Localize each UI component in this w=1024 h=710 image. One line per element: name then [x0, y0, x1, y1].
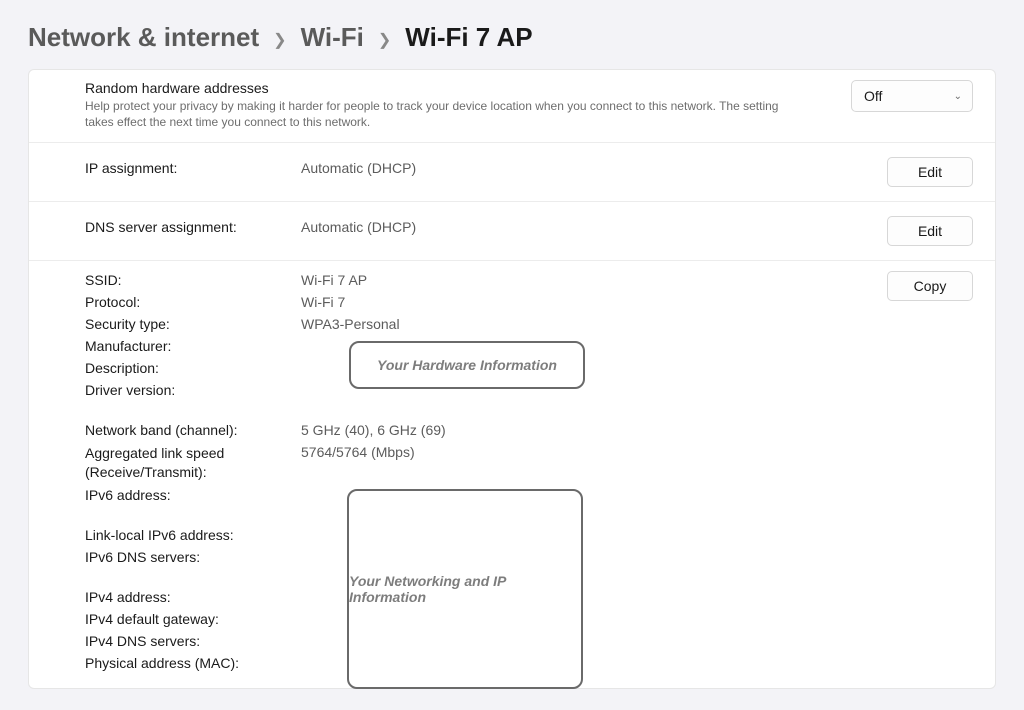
detail-label: SSID: [85, 272, 301, 288]
detail-row: IPv6 DNS servers: [85, 546, 973, 568]
detail-label: IPv6 address: [85, 487, 301, 503]
network-info-block: Network band (channel):5 GHz (40), 6 GHz… [85, 419, 973, 673]
dns-assignment-edit-button[interactable]: Edit [887, 216, 973, 246]
detail-value: 5 GHz (40), 6 GHz (69) [301, 422, 446, 438]
detail-value: 5764/5764 (Mbps) [301, 444, 415, 460]
breadcrumb-root[interactable]: Network & internet [28, 22, 259, 53]
chevron-down-icon: ⌄ [954, 91, 962, 102]
ip-assignment-section: IP assignment: Automatic (DHCP) Edit [29, 143, 995, 202]
detail-row: Network band (channel):5 GHz (40), 6 GHz… [85, 419, 973, 441]
detail-row: IPv4 DNS servers: [85, 630, 973, 652]
random-hardware-desc: Help protect your privacy by making it h… [85, 98, 785, 130]
detail-row: Driver version: [85, 379, 973, 401]
dns-assignment-section: DNS server assignment: Automatic (DHCP) … [29, 202, 995, 261]
detail-label: Driver version: [85, 382, 301, 398]
detail-row: IPv4 address: [85, 586, 973, 608]
detail-label: IPv6 DNS servers: [85, 549, 301, 565]
detail-label: Security type: [85, 316, 301, 332]
detail-row: Physical address (MAC): [85, 652, 973, 674]
detail-value: Wi-Fi 7 [301, 294, 345, 310]
detail-row: Aggregated link speed (Receive/Transmit)… [85, 441, 973, 483]
dns-assignment-value: Automatic (DHCP) [301, 219, 416, 235]
settings-panel: Random hardware addresses Help protect y… [28, 69, 996, 689]
random-hardware-value: Off [864, 88, 882, 104]
detail-label: Link-local IPv6 address: [85, 527, 301, 543]
detail-row: IPv6 address: [85, 484, 973, 506]
ip-assignment-label: IP assignment: [85, 160, 301, 176]
breadcrumb-mid[interactable]: Wi-Fi [301, 22, 364, 53]
detail-label: IPv4 default gateway: [85, 611, 301, 627]
detail-row: SSID:Wi-Fi 7 AP [85, 269, 973, 291]
detail-row: Protocol:Wi-Fi 7 [85, 291, 973, 313]
breadcrumb-current: Wi-Fi 7 AP [405, 22, 532, 53]
chevron-right-icon: ❯ [378, 30, 391, 50]
random-hardware-section: Random hardware addresses Help protect y… [29, 70, 995, 143]
detail-label: Physical address (MAC): [85, 655, 301, 671]
detail-row: Description: [85, 357, 973, 379]
breadcrumb: Network & internet ❯ Wi-Fi ❯ Wi-Fi 7 AP [0, 0, 1024, 69]
detail-label: Description: [85, 360, 301, 376]
dns-assignment-label: DNS server assignment: [85, 219, 301, 235]
chevron-right-icon: ❯ [273, 30, 286, 50]
ip-assignment-value: Automatic (DHCP) [301, 160, 416, 176]
random-hardware-dropdown[interactable]: Off ⌄ [851, 80, 973, 112]
detail-value: WPA3-Personal [301, 316, 400, 332]
detail-label: Aggregated link speed (Receive/Transmit)… [85, 444, 301, 480]
detail-row: Security type:WPA3-Personal [85, 313, 973, 335]
detail-value: Wi-Fi 7 AP [301, 272, 367, 288]
detail-row: Link-local IPv6 address: [85, 524, 973, 546]
detail-label: IPv4 DNS servers: [85, 633, 301, 649]
ip-assignment-edit-button[interactable]: Edit [887, 157, 973, 187]
network-details-section: Copy SSID:Wi-Fi 7 APProtocol:Wi-Fi 7Secu… [29, 261, 995, 687]
detail-label: Manufacturer: [85, 338, 301, 354]
detail-label: Protocol: [85, 294, 301, 310]
detail-label: IPv4 address: [85, 589, 301, 605]
detail-row: IPv4 default gateway: [85, 608, 973, 630]
hardware-info-block: SSID:Wi-Fi 7 APProtocol:Wi-Fi 7Security … [85, 269, 973, 401]
random-hardware-title: Random hardware addresses [85, 80, 851, 96]
detail-label: Network band (channel): [85, 422, 301, 438]
detail-row: Manufacturer: [85, 335, 973, 357]
